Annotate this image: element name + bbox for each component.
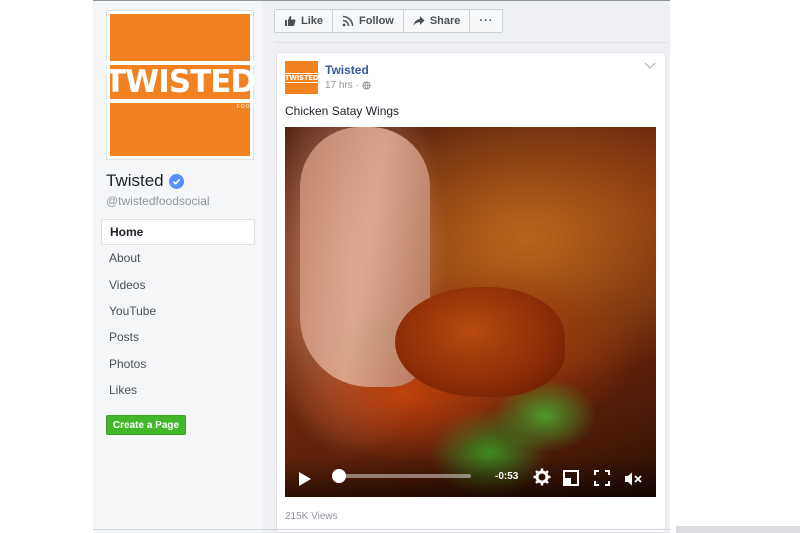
page-name[interactable]: Twisted (106, 171, 184, 191)
verified-badge-icon (168, 173, 184, 189)
nav-item-posts[interactable]: Posts (101, 324, 255, 350)
twisted-logo: TWISTED FOOD (104, 60, 256, 110)
rss-icon (342, 15, 354, 27)
page-scrollbar-edge (676, 526, 800, 533)
share-label: Share (429, 15, 461, 27)
nav-item-likes[interactable]: Likes (101, 377, 255, 403)
post-video[interactable]: -0:53 (285, 127, 656, 497)
facebook-page: TWISTED FOOD Twisted @twistedfoodsocial … (0, 0, 800, 533)
post-timestamp[interactable]: 17 hrs · (325, 80, 359, 91)
muted-speaker-icon[interactable] (625, 472, 642, 486)
logo-subtext: FOOD (236, 103, 256, 110)
logo-wordmark: TWISTED (104, 63, 256, 100)
globe-audience-icon (362, 81, 371, 90)
nav-item-videos[interactable]: Videos (101, 272, 255, 298)
fullscreen-icon[interactable] (594, 470, 610, 486)
page-action-bar: Like Follow Share ··· (274, 9, 504, 33)
share-button[interactable]: Share (404, 10, 471, 32)
thumbs-up-icon (285, 16, 296, 26)
post-meta: 17 hrs · (325, 80, 371, 91)
theater-mode-icon[interactable] (563, 470, 579, 486)
nav-item-photos[interactable]: Photos (101, 350, 255, 376)
video-frame-chicken (395, 287, 565, 397)
nav-item-about[interactable]: About (101, 245, 255, 271)
play-icon[interactable] (299, 472, 311, 486)
video-view-count: 215K Views (285, 511, 338, 522)
page-handle[interactable]: @twistedfoodsocial (106, 194, 210, 208)
like-label: Like (301, 15, 324, 27)
video-controls: -0:53 (285, 457, 656, 497)
create-page-button[interactable]: Create a Page (106, 415, 186, 435)
share-arrow-icon (413, 16, 425, 26)
page-nav: Home About Videos YouTube Posts Photos L… (101, 219, 255, 403)
bottom-divider (93, 529, 670, 530)
follow-label: Follow (359, 15, 394, 27)
avatar-logo-text: TWISTED (284, 72, 319, 83)
video-time-remaining: -0:53 (495, 471, 519, 482)
nav-item-youtube[interactable]: YouTube (101, 298, 255, 324)
video-progress-knob[interactable] (332, 469, 347, 483)
more-options-button[interactable]: ··· (470, 10, 502, 32)
profile-picture[interactable]: TWISTED FOOD (104, 10, 256, 160)
page-name-text: Twisted (106, 171, 164, 190)
nav-item-home[interactable]: Home (101, 219, 255, 246)
post-avatar[interactable]: TWISTED (284, 61, 319, 94)
action-bar-divider (274, 42, 667, 43)
post-text: Chicken Satay Wings (285, 104, 400, 118)
settings-gear-icon[interactable] (533, 468, 551, 486)
like-button[interactable]: Like (275, 10, 334, 32)
follow-button[interactable]: Follow (333, 10, 404, 32)
chevron-down-icon[interactable] (644, 62, 656, 70)
more-dots-icon: ··· (479, 15, 494, 27)
post-author-link[interactable]: Twisted (325, 63, 369, 77)
video-progress-track[interactable] (334, 474, 471, 478)
